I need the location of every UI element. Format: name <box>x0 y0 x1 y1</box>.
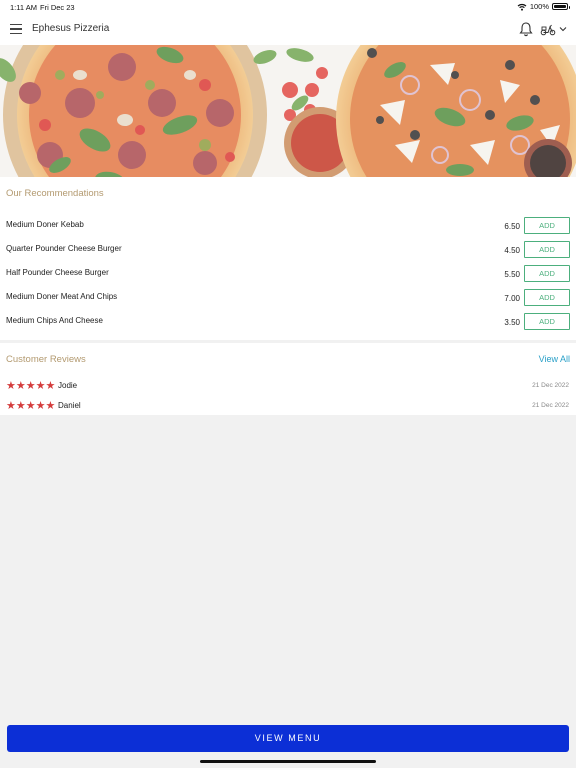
star-icon: ★ <box>45 380 56 392</box>
home-indicator <box>200 760 376 763</box>
item-name: Medium Doner Kebab <box>6 220 84 229</box>
review-row: ★ ★ ★ ★ ★ Jodie 21 Dec 2022 <box>0 380 576 394</box>
item-price: 5.50 <box>504 270 520 279</box>
star-icon: ★ <box>35 400 46 412</box>
star-icon: ★ <box>25 380 36 392</box>
app-bar: Ephesus Pizzeria <box>0 14 576 45</box>
chevron-down-icon[interactable] <box>558 25 568 33</box>
section-title: Our Recommendations <box>6 188 104 199</box>
status-right: 100% <box>517 2 570 11</box>
item-name: Half Pounder Cheese Burger <box>6 268 109 277</box>
recommendations-section: Our Recommendations Medium Doner Kebab 6… <box>0 177 576 340</box>
review-date: 21 Dec 2022 <box>532 382 569 389</box>
item-name: Medium Chips And Cheese <box>6 316 103 325</box>
list-item: Medium Chips And Cheese 3.50 ADD <box>0 313 576 333</box>
reviewer-name: Daniel <box>58 401 81 410</box>
list-item: Medium Doner Kebab 6.50 ADD <box>0 217 576 237</box>
scooter-icon[interactable] <box>540 22 556 36</box>
add-button[interactable]: ADD <box>524 289 570 306</box>
star-icon: ★ <box>15 380 26 392</box>
battery-icon <box>552 3 570 10</box>
view-all-link[interactable]: View All <box>539 354 570 364</box>
star-rating: ★ ★ ★ ★ ★ <box>6 380 55 392</box>
add-button[interactable]: ADD <box>524 265 570 282</box>
star-icon: ★ <box>6 380 16 392</box>
item-price: 6.50 <box>504 222 520 231</box>
hero-banner-image <box>0 45 576 177</box>
star-icon: ★ <box>15 400 26 412</box>
wifi-icon <box>517 3 527 11</box>
list-item: Half Pounder Cheese Burger 5.50 ADD <box>0 265 576 285</box>
star-icon: ★ <box>35 380 46 392</box>
status-time: 1:11 AM <box>10 3 37 12</box>
bell-icon[interactable] <box>519 21 533 37</box>
star-icon: ★ <box>6 400 16 412</box>
status-bar: 1:11 AM Fri Dec 23 100% <box>0 0 576 14</box>
add-button[interactable]: ADD <box>524 217 570 234</box>
star-icon: ★ <box>25 400 36 412</box>
item-price: 4.50 <box>504 246 520 255</box>
view-menu-button[interactable]: VIEW MENU <box>7 725 569 752</box>
item-name: Quarter Pounder Cheese Burger <box>6 244 122 253</box>
star-rating: ★ ★ ★ ★ ★ <box>6 400 55 412</box>
item-name: Medium Doner Meat And Chips <box>6 292 118 301</box>
reviewer-name: Jodie <box>58 381 78 390</box>
add-button[interactable]: ADD <box>524 313 570 330</box>
customer-reviews-section: Customer Reviews View All ★ ★ ★ ★ ★ Jodie 21… <box>0 343 576 415</box>
section-title: Customer Reviews <box>6 354 86 365</box>
status-date: Fri Dec 23 <box>40 3 75 12</box>
list-item: Quarter Pounder Cheese Burger 4.50 ADD <box>0 241 576 261</box>
star-icon: ★ <box>45 400 56 412</box>
review-date: 21 Dec 2022 <box>532 402 569 409</box>
review-row: ★ ★ ★ ★ ★ Daniel 21 Dec 2022 <box>0 400 576 414</box>
item-price: 7.00 <box>504 294 520 303</box>
battery-percent: 100% <box>529 2 549 11</box>
list-item: Medium Doner Meat And Chips 7.00 ADD <box>0 289 576 309</box>
page-title: Ephesus Pizzeria <box>32 23 110 34</box>
add-button[interactable]: ADD <box>524 241 570 258</box>
item-price: 3.50 <box>504 318 520 327</box>
menu-icon[interactable] <box>10 24 22 34</box>
